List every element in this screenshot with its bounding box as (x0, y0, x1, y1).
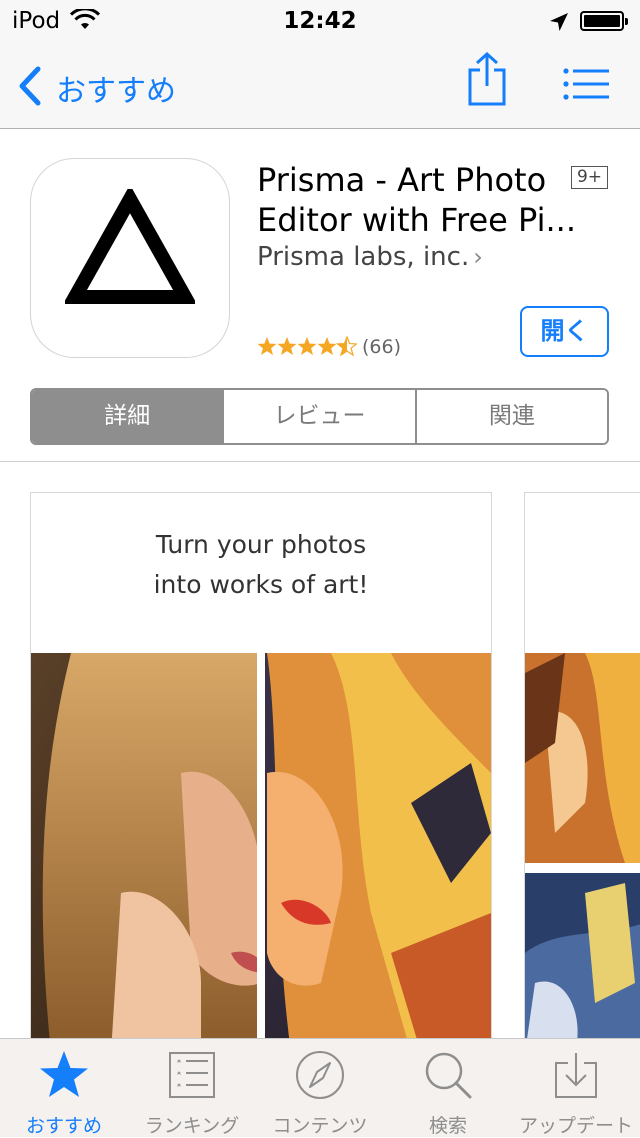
tab-contents[interactable]: コンテンツ (256, 1039, 384, 1137)
tab-label: アップデート (518, 1115, 633, 1137)
open-button[interactable]: 開く (520, 306, 609, 357)
tab-bar: おすすめ ランキング コンテンツ 検索 アップデート (0, 1038, 640, 1137)
list-icon[interactable] (563, 68, 609, 100)
tab-updates[interactable]: アップデート (512, 1039, 640, 1137)
share-icon[interactable] (466, 52, 508, 106)
tab-label: コンテンツ (272, 1115, 368, 1137)
clock: 12:42 (283, 8, 357, 34)
screenshot-card[interactable]: Turn your photos into works of art! (30, 492, 492, 1052)
stylized-photo (525, 653, 640, 1051)
tab-ranking[interactable]: ランキング (128, 1039, 256, 1137)
back-chevron-icon[interactable] (16, 66, 44, 106)
compass-icon (296, 1051, 344, 1099)
tab-label: おすすめ (25, 1115, 102, 1137)
prisma-triangle-logo (65, 189, 195, 304)
download-tray-icon (555, 1053, 597, 1098)
tab-label: 検索 (428, 1115, 467, 1137)
star-icon (297, 337, 317, 355)
rating-stars (257, 336, 357, 356)
portrait-photo (31, 653, 491, 1051)
app-icon (30, 158, 230, 358)
segmented-control: 詳細 レビュー 関連 (30, 388, 609, 445)
app-title-line2: Editor with Free Pi... (257, 201, 577, 239)
tab-featured[interactable]: おすすめ (0, 1039, 128, 1137)
rating-count: (66) (362, 336, 402, 358)
ranking-list-icon (169, 1052, 215, 1098)
battery-icon (580, 11, 628, 31)
tab-label: ランキング (144, 1115, 240, 1137)
chevron-right-icon: › (473, 243, 483, 271)
divider (0, 461, 640, 462)
app-title-line1: Prisma - Art Photo (257, 161, 547, 199)
star-icon (277, 337, 297, 355)
location-arrow-icon (550, 13, 568, 31)
back-button[interactable]: おすすめ (56, 66, 176, 110)
developer-name: Prisma labs, inc. (257, 242, 470, 272)
segment-related[interactable]: 関連 (414, 390, 607, 443)
segment-reviews[interactable]: レビュー (222, 390, 415, 443)
star-icon (40, 1051, 88, 1097)
screenshot-caption: Turn your photos into works of art! (31, 525, 491, 605)
status-bar: iPod 12:42 (0, 0, 640, 40)
screenshot-card-next[interactable] (524, 492, 640, 1052)
tab-search[interactable]: 検索 (384, 1039, 512, 1137)
caption-line1: Turn your photos (155, 530, 367, 559)
half-star-icon (336, 336, 357, 356)
search-icon (425, 1052, 472, 1099)
age-rating-badge: 9+ (571, 166, 608, 189)
star-icon (317, 337, 337, 355)
navigation-bar: おすすめ (0, 40, 640, 129)
app-title: Prisma - Art Photo Editor with Free Pi..… (257, 160, 577, 240)
developer-link[interactable]: Prisma labs, inc. › (257, 242, 483, 272)
caption-line2: into works of art! (153, 570, 369, 599)
star-icon (257, 337, 277, 355)
segment-details[interactable]: 詳細 (32, 390, 223, 443)
